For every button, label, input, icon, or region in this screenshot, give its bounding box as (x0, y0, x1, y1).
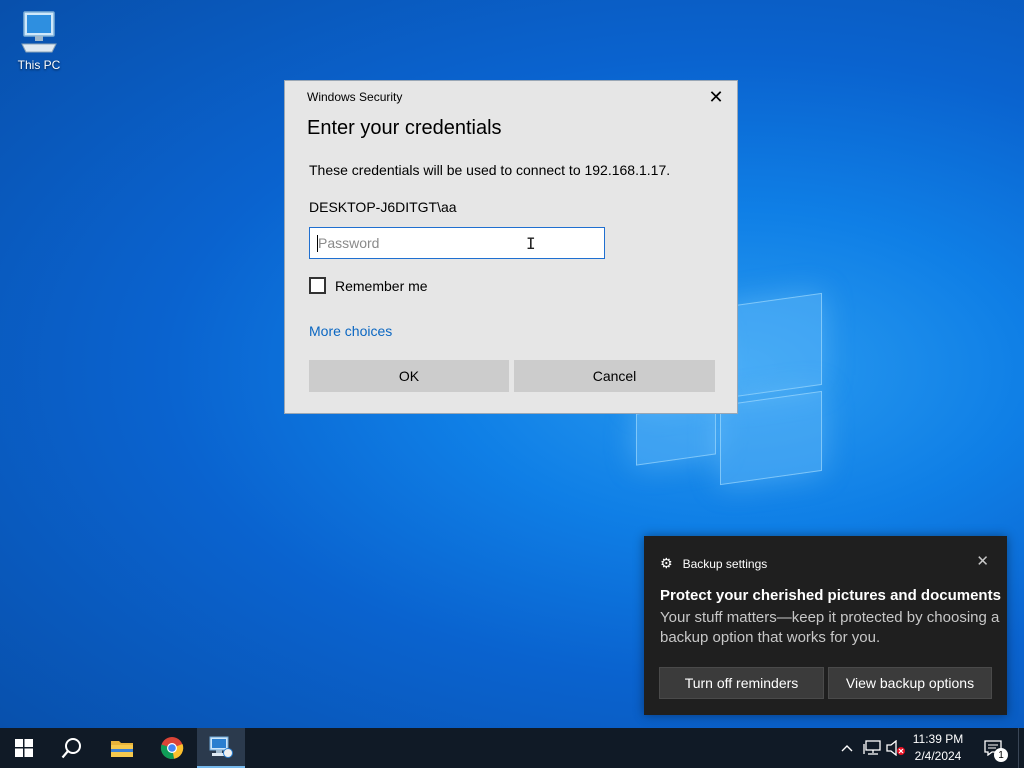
folder-icon (111, 741, 133, 757)
view-backup-options-button[interactable]: View backup options (828, 667, 992, 699)
volume-muted-icon[interactable] (885, 728, 907, 768)
ibeam-cursor-icon: I (526, 234, 536, 253)
password-input[interactable] (309, 227, 605, 259)
close-icon[interactable]: ✕ (976, 552, 989, 570)
gear-icon: ⚙ (660, 555, 673, 571)
dialog-description: These credentials will be used to connec… (309, 162, 671, 178)
more-choices-link[interactable]: More choices (309, 323, 392, 339)
start-button[interactable] (0, 728, 48, 768)
close-icon[interactable]: ✕ (705, 87, 727, 107)
remember-me-option[interactable]: Remember me (309, 277, 428, 294)
windows-icon (15, 739, 33, 757)
remote-desktop-button[interactable] (197, 728, 245, 768)
text-caret (317, 235, 318, 252)
turn-off-reminders-button[interactable]: Turn off reminders (659, 667, 824, 699)
computer-icon (18, 8, 60, 54)
cancel-button[interactable]: Cancel (514, 360, 715, 392)
backup-toast-notification: ⚙ Backup settings ✕ Protect your cherish… (644, 536, 1007, 715)
remote-desktop-icon (209, 736, 233, 758)
taskbar-clock[interactable]: 11:39 PM 2/4/2024 (908, 731, 968, 765)
chevron-up-icon[interactable] (838, 728, 856, 768)
username-label: DESKTOP-J6DITGT\aa (309, 199, 457, 215)
toast-body: Your stuff matters—keep it protected by … (660, 609, 1000, 646)
desktop-icon-this-pc[interactable]: This PC (12, 8, 66, 72)
taskbar: 11:39 PM 2/4/2024 1 (0, 728, 1024, 768)
clock-time: 11:39 PM (912, 732, 964, 746)
show-desktop-divider[interactable] (1018, 728, 1019, 768)
clock-date: 2/4/2024 (914, 749, 962, 763)
windows-security-dialog: Windows Security ✕ Enter your credential… (284, 80, 738, 414)
file-explorer-button[interactable] (98, 728, 146, 768)
ok-button[interactable]: OK (309, 360, 509, 392)
dialog-heading: Enter your credentials (307, 117, 502, 139)
dialog-window-title: Windows Security (307, 90, 403, 104)
chrome-button[interactable] (148, 728, 196, 768)
network-icon[interactable] (862, 728, 882, 768)
remember-me-checkbox[interactable] (309, 277, 326, 294)
chrome-icon (160, 737, 184, 759)
desktop-icon-label: This PC (17, 58, 61, 72)
search-button[interactable] (48, 728, 96, 768)
toast-app-name: Backup settings (682, 556, 768, 571)
toast-title: Protect your cherished pictures and docu… (660, 587, 1001, 604)
toast-app-header: ⚙ Backup settings (660, 555, 767, 572)
notification-count-badge: 1 (994, 748, 1008, 762)
search-icon (61, 738, 81, 759)
remember-me-label[interactable]: Remember me (335, 278, 428, 294)
